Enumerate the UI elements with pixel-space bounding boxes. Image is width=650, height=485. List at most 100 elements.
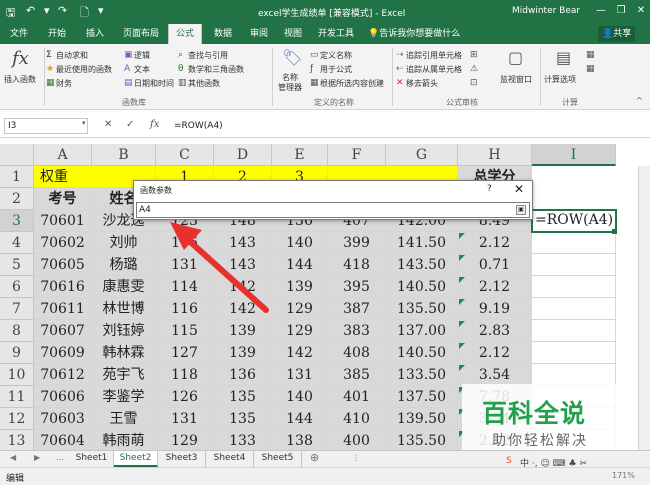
share-label: 共享: [613, 29, 632, 39]
sheet-tab-1[interactable]: Sheet1: [70, 451, 114, 467]
sheet-tab-3[interactable]: Sheet3: [158, 451, 206, 467]
calculation-options-button[interactable]: 计算选项: [544, 74, 576, 85]
create-from-selection-icon: ▦: [310, 78, 319, 88]
restore-button[interactable]: ❐: [612, 3, 630, 19]
ime-toolbar[interactable]: 中 ·, ☺ ⌨ ♣ ✂: [520, 456, 587, 469]
watch-window-button[interactable]: 监视窗口: [500, 74, 532, 85]
tab-page-layout[interactable]: 页面布局: [116, 24, 166, 44]
collapse-ribbon-icon[interactable]: ^: [636, 96, 643, 105]
remove-arrows-button[interactable]: 移去箭头: [406, 78, 438, 89]
redo-icon[interactable]: ↷: [58, 4, 67, 17]
more-sheets-icon[interactable]: …: [56, 453, 64, 462]
sheet-tab-5[interactable]: Sheet5: [254, 451, 302, 467]
title-bar: 🖫 ↶ ▾ ↷ 🗋 ▾ excel学生成绩单 [兼容模式] - Excel Mi…: [0, 0, 650, 24]
name-box-dropdown-icon[interactable]: ▾: [82, 119, 86, 127]
evaluate-formula-icon[interactable]: ⊡: [470, 78, 478, 88]
tab-formulas[interactable]: 公式: [168, 24, 202, 44]
error-checking-icon[interactable]: ⚠: [470, 64, 478, 74]
use-in-formula-button[interactable]: 用于公式: [320, 64, 352, 75]
name-manager-label-2[interactable]: 管理器: [278, 82, 302, 93]
tab-insert[interactable]: 插入: [78, 24, 112, 44]
dropdown-icon[interactable]: ▾: [44, 4, 50, 17]
ribbon-separator: [272, 48, 273, 106]
enter-icon[interactable]: ✓: [126, 119, 134, 130]
ime-logo-icon[interactable]: S: [506, 456, 512, 466]
financial-button[interactable]: 财务: [56, 78, 72, 89]
create-from-selection-button[interactable]: 根据所选内容创建: [320, 78, 384, 89]
calculation-options-icon: ▤: [556, 48, 572, 67]
arrow-shaft: [183, 235, 269, 313]
new-file-icon[interactable]: 🗋: [80, 4, 89, 23]
sheet-tab-2[interactable]: Sheet2: [114, 451, 158, 467]
autosum-button[interactable]: 自动求和: [56, 50, 88, 61]
tab-file[interactable]: 文件: [4, 24, 34, 44]
more-functions-icon: ▥: [178, 78, 187, 88]
vertical-scrollbar[interactable]: [638, 166, 650, 450]
text-icon: A: [124, 64, 131, 74]
status-mode: 编辑: [6, 474, 25, 484]
customize-qa-icon[interactable]: ▾: [98, 4, 104, 17]
star-icon: ★: [46, 64, 55, 74]
show-formulas-icon[interactable]: ⊞: [470, 50, 478, 60]
tell-me-box[interactable]: 💡告诉我你想要做什么: [368, 24, 461, 44]
calculate-now-icon[interactable]: ▦: [586, 50, 595, 60]
sheet-tab-4[interactable]: Sheet4: [206, 451, 254, 467]
logical-icon: ▣: [124, 50, 133, 60]
prev-sheet-icon[interactable]: ◀: [10, 453, 16, 462]
more-functions-button[interactable]: 其他函数: [188, 78, 220, 89]
name-manager-icon: 🏷: [282, 48, 303, 67]
recent-functions-button[interactable]: 最近使用的函数: [56, 64, 112, 75]
save-icon[interactable]: 🖫: [6, 4, 15, 23]
trace-precedents-button[interactable]: 追踪引用单元格: [406, 50, 462, 61]
trace-dependents-icon: ⇠: [396, 64, 404, 74]
tab-developer[interactable]: 开发工具: [312, 24, 360, 44]
lookup-button[interactable]: 查找与引用: [188, 50, 228, 61]
person-icon: 👤: [602, 29, 614, 39]
cancel-icon[interactable]: ✕: [104, 119, 112, 130]
calendar-icon: ▤: [124, 78, 133, 88]
use-in-formula-icon: ƒ: [310, 64, 314, 74]
text-button[interactable]: 文本: [134, 64, 150, 75]
trace-precedents-icon: ⇢: [396, 50, 404, 60]
lightbulb-icon: 💡: [368, 29, 380, 39]
ribbon-separator: [44, 48, 45, 106]
tab-splitter-icon[interactable]: ⋮: [352, 453, 360, 462]
lookup-icon: ⌕: [178, 50, 184, 60]
tab-home[interactable]: 开始: [40, 24, 74, 44]
trace-dependents-button[interactable]: 追踪从属单元格: [406, 64, 462, 75]
tab-review[interactable]: 审阅: [242, 24, 276, 44]
undo-icon[interactable]: ↶: [26, 4, 35, 17]
add-sheet-icon[interactable]: ⊕: [310, 451, 319, 464]
calculate-sheet-icon[interactable]: ▦: [586, 64, 595, 74]
fx-icon[interactable]: fx: [150, 119, 159, 130]
next-sheet-icon[interactable]: ▶: [34, 453, 40, 462]
insert-function-icon[interactable]: fx: [12, 48, 29, 69]
zoom-level[interactable]: 171%: [612, 471, 635, 480]
user-name[interactable]: Midwinter Bear: [512, 6, 580, 16]
formula-input[interactable]: =ROW(A4): [174, 118, 644, 134]
name-box[interactable]: I3: [4, 118, 88, 134]
group-formula-auditing: 公式审核: [446, 98, 478, 107]
tab-view[interactable]: 视图: [276, 24, 310, 44]
sigma-icon: Σ: [46, 50, 52, 60]
watch-window-icon: ▢: [508, 48, 524, 67]
minimize-button[interactable]: —: [592, 3, 610, 19]
close-button[interactable]: ✕: [632, 3, 650, 19]
financial-icon: ▦: [46, 78, 55, 88]
share-button[interactable]: 👤共享: [598, 26, 636, 42]
watermark-title: 百科全说: [482, 399, 587, 428]
math-button[interactable]: 数学和三角函数: [188, 64, 244, 75]
logical-button[interactable]: 逻辑: [134, 50, 150, 61]
tab-data[interactable]: 数据: [206, 24, 240, 44]
status-bar: 编辑 S 中 ·, ☺ ⌨ ♣ ✂ 171%: [0, 456, 650, 485]
ribbon: fx 插入函数 Σ 自动求和 ★ 最近使用的函数 ▦ 财务 ▣ 逻辑 A 文本 …: [0, 44, 650, 110]
define-name-icon: ▭: [310, 50, 319, 60]
group-function-library: 函数库: [122, 98, 146, 107]
datetime-button[interactable]: 日期和时间: [134, 78, 174, 89]
group-defined-names: 定义的名称: [314, 98, 354, 107]
watermark-subtitle: 助你轻松解决: [492, 433, 588, 449]
math-icon: θ: [178, 64, 184, 74]
insert-function-button[interactable]: 插入函数: [4, 74, 36, 85]
tell-me-text: 告诉我你想要做什么: [379, 29, 461, 39]
define-name-button[interactable]: 定义名称: [320, 50, 352, 61]
